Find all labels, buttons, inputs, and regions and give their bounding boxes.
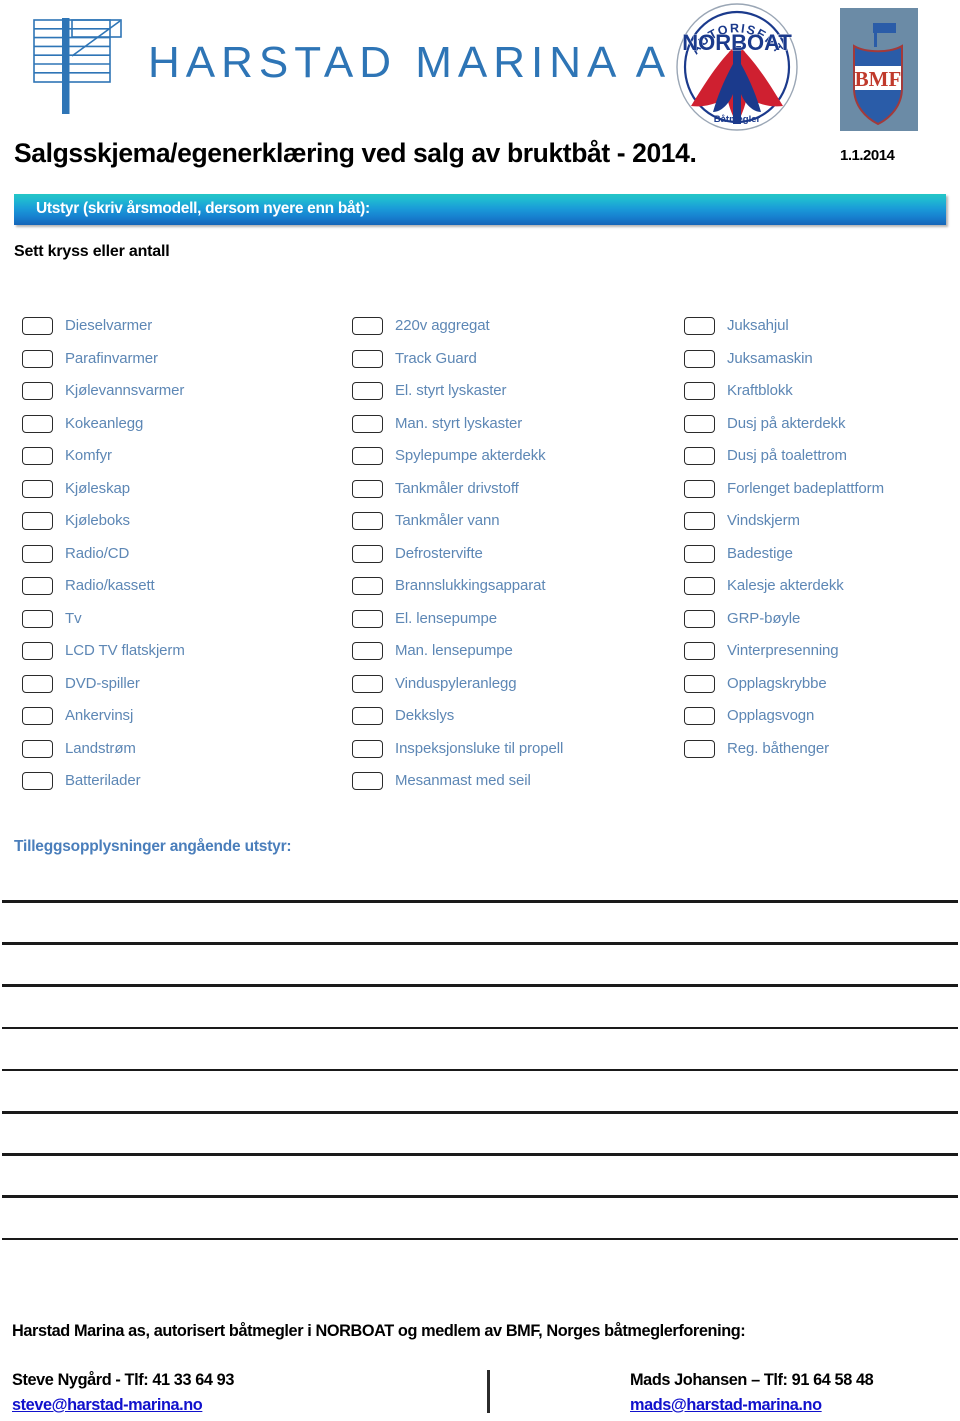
contact-name-right: Mads Johansen – Tlf: 91 64 58 48 [630, 1371, 874, 1389]
write-in-line[interactable] [2, 1237, 958, 1241]
contact-block-left: Steve Nygård - Tlf: 41 33 64 93 steve@ha… [12, 1368, 442, 1418]
write-in-line[interactable] [2, 1153, 958, 1156]
write-in-line[interactable] [2, 984, 958, 987]
contact-email-left[interactable]: steve@harstad-marina.no [12, 1393, 203, 1418]
write-in-line[interactable] [2, 942, 958, 945]
additional-info-lines [0, 0, 960, 1421]
footer-heading: Harstad Marina as, autorisert båtmegler … [12, 1322, 746, 1340]
contact-block-right: Mads Johansen – Tlf: 91 64 58 48 mads@ha… [630, 1368, 960, 1418]
write-in-line[interactable] [2, 1026, 958, 1030]
write-in-line[interactable] [2, 1195, 958, 1198]
write-in-line[interactable] [2, 900, 958, 903]
write-in-line[interactable] [2, 1068, 958, 1072]
contact-email-right[interactable]: mads@harstad-marina.no [630, 1393, 822, 1418]
contact-name-left: Steve Nygård - Tlf: 41 33 64 93 [12, 1371, 234, 1389]
footer-divider [487, 1370, 490, 1413]
write-in-line[interactable] [2, 1111, 958, 1114]
